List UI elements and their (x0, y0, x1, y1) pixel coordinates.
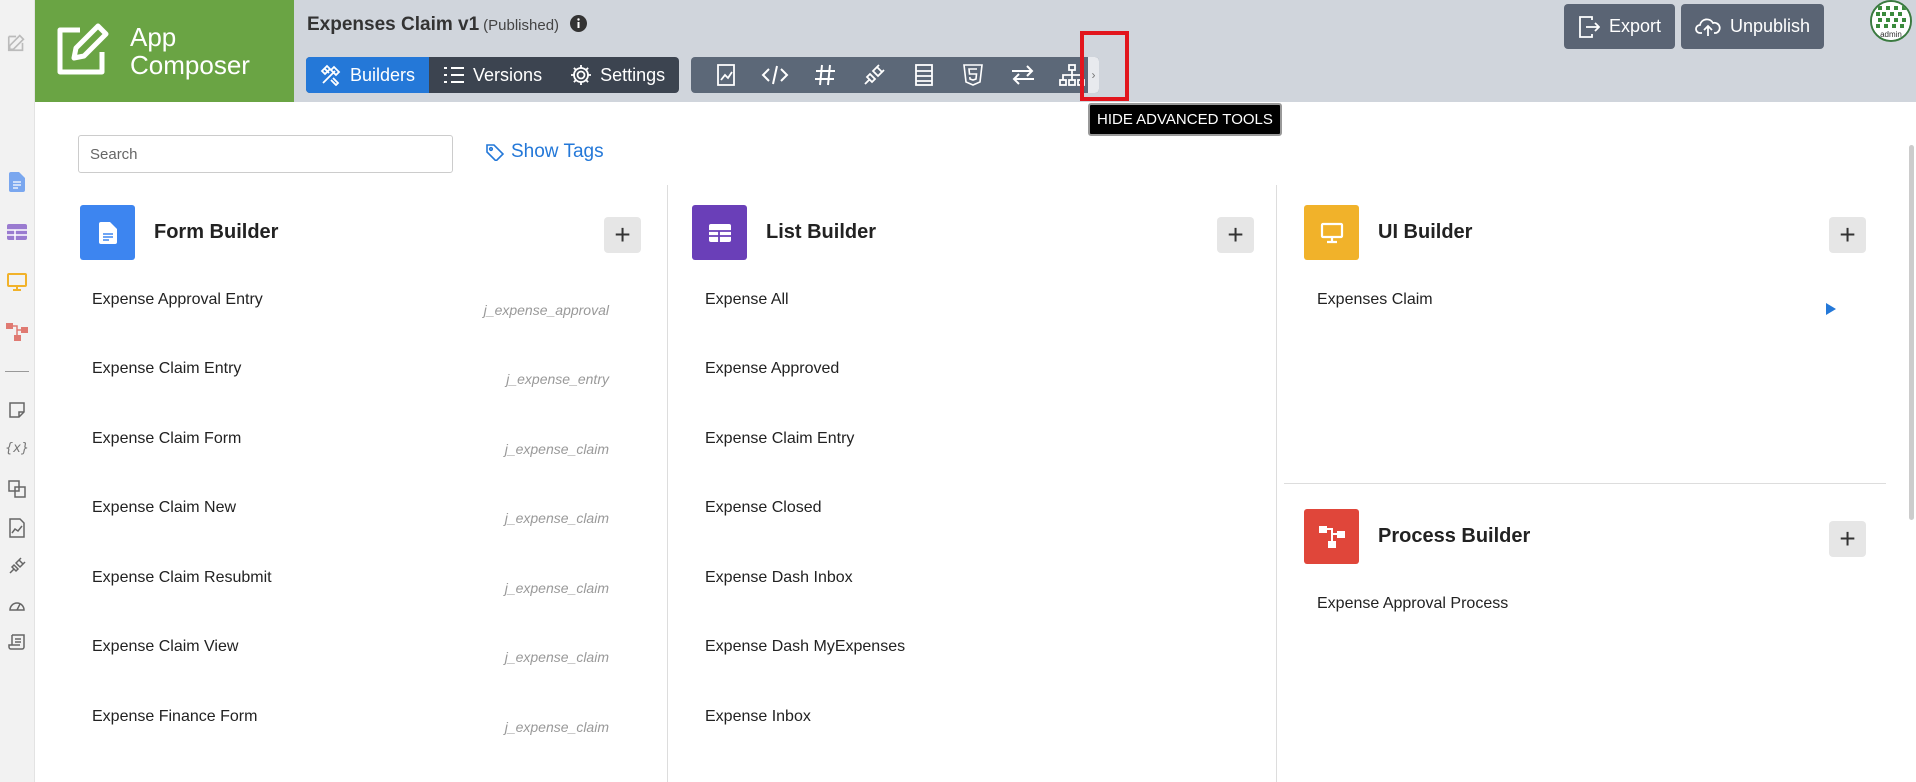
form-id-label: j_expense_claim (504, 649, 609, 665)
list-item[interactable]: Expense Finance Form (92, 708, 257, 726)
transfer-icon[interactable] (998, 57, 1048, 93)
column-divider (1276, 185, 1277, 782)
tools-icon (320, 64, 341, 86)
rail-divider (5, 371, 29, 372)
highlight-box (1080, 31, 1129, 101)
process-builder-rail-icon[interactable] (5, 320, 29, 344)
dashboard-icon[interactable] (5, 592, 29, 616)
form-id-label: j_expense_claim (504, 719, 609, 735)
ui-builder-rail-icon[interactable] (5, 270, 29, 294)
form-builder-header[interactable]: Form Builder (80, 205, 278, 260)
form-id-label: j_expense_approval (483, 302, 609, 318)
variable-icon[interactable]: {x} (5, 436, 29, 460)
search-input[interactable] (78, 135, 453, 173)
form-id-label: j_expense_claim (504, 510, 609, 526)
form-builder-icon (80, 205, 135, 260)
edit-icon[interactable] (5, 30, 29, 54)
list-item[interactable]: Expense All (705, 291, 789, 309)
add-ui-button[interactable]: + (1829, 217, 1866, 253)
section-divider (1284, 483, 1886, 484)
form-builder-rail-icon[interactable] (5, 170, 29, 194)
tab-builders[interactable]: Builders (306, 57, 430, 93)
list-item[interactable]: Expense Closed (705, 499, 822, 517)
tab-versions[interactable]: Versions (429, 57, 556, 93)
process-builder-icon (1304, 509, 1359, 564)
list-builder-icon (692, 205, 747, 260)
cloud-upload-icon (1695, 18, 1721, 36)
brand[interactable]: App Composer (35, 0, 294, 102)
note-icon[interactable] (5, 398, 29, 422)
html5-icon[interactable] (949, 57, 999, 93)
script-icon[interactable] (5, 630, 29, 654)
form-id-label: j_expense_claim (504, 580, 609, 596)
form-id-label: j_expense_claim (504, 441, 609, 457)
app-status: (Published) (483, 17, 560, 34)
launch-ui-icon[interactable] (1826, 303, 1836, 315)
app-title: Expenses Claim v1 (Published) (307, 14, 588, 38)
add-process-button[interactable]: + (1829, 521, 1866, 557)
plugin-icon[interactable] (5, 554, 29, 578)
list-item[interactable]: Expense Claim Entry (92, 360, 241, 378)
report-tool-icon[interactable] (701, 57, 751, 93)
list-item[interactable]: Expense Claim Resubmit (92, 569, 272, 587)
show-tags-link[interactable]: Show Tags (486, 141, 604, 163)
brand-name: App Composer (130, 22, 250, 80)
add-list-button[interactable]: + (1217, 217, 1254, 253)
svg-text:admin: admin (1880, 30, 1902, 39)
avatar[interactable]: admin (1870, 0, 1912, 42)
scrollbar[interactable] (1906, 145, 1916, 520)
export-button[interactable]: Export (1564, 4, 1676, 49)
composer-logo-icon (57, 23, 109, 75)
unpublish-button[interactable]: Unpublish (1681, 4, 1825, 49)
list-item[interactable]: Expense Approved (705, 360, 839, 378)
ui-builder-header[interactable]: UI Builder (1304, 205, 1472, 260)
column-divider (667, 185, 668, 782)
code-icon[interactable] (751, 57, 801, 93)
tooltip: HIDE ADVANCED TOOLS (1088, 103, 1282, 136)
list-item[interactable]: Expense Dash Inbox (705, 569, 853, 587)
gear-icon (571, 65, 592, 85)
add-form-button[interactable]: + (604, 217, 641, 253)
tag-icon (486, 144, 504, 161)
list-builder-rail-icon[interactable] (5, 220, 29, 244)
advanced-toolbar (691, 57, 1099, 93)
ui-builder-icon (1304, 205, 1359, 260)
list-item[interactable]: Expense Inbox (705, 708, 811, 726)
left-rail: {x} (0, 0, 35, 782)
list-item[interactable]: Expense Claim New (92, 499, 236, 517)
plugin-tool-icon[interactable] (850, 57, 900, 93)
form-id-label: j_expense_entry (506, 371, 609, 387)
list-item[interactable]: Expense Approval Process (1317, 595, 1508, 613)
hash-icon[interactable] (800, 57, 850, 93)
list-item[interactable]: Expense Dash MyExpenses (705, 638, 905, 656)
list-item[interactable]: Expense Claim Entry (705, 430, 854, 448)
process-builder-header[interactable]: Process Builder (1304, 509, 1530, 564)
translate-icon[interactable] (5, 477, 29, 501)
info-icon[interactable] (570, 15, 588, 38)
export-icon (1579, 15, 1600, 38)
avatar-pattern-icon: admin (1872, 2, 1910, 40)
list-item[interactable]: Expense Claim View (92, 638, 238, 656)
list-item[interactable]: Expenses Claim (1317, 291, 1433, 309)
report-icon[interactable] (5, 516, 29, 540)
list-item[interactable]: Expense Approval Entry (92, 291, 263, 309)
main-nav: Builders Versions Settings (306, 57, 680, 93)
tab-settings[interactable]: Settings (556, 57, 679, 93)
list-builder-header[interactable]: List Builder (692, 205, 876, 260)
list-item[interactable]: Expense Claim Form (92, 430, 241, 448)
list-icon (444, 67, 465, 83)
table-icon[interactable] (899, 57, 949, 93)
